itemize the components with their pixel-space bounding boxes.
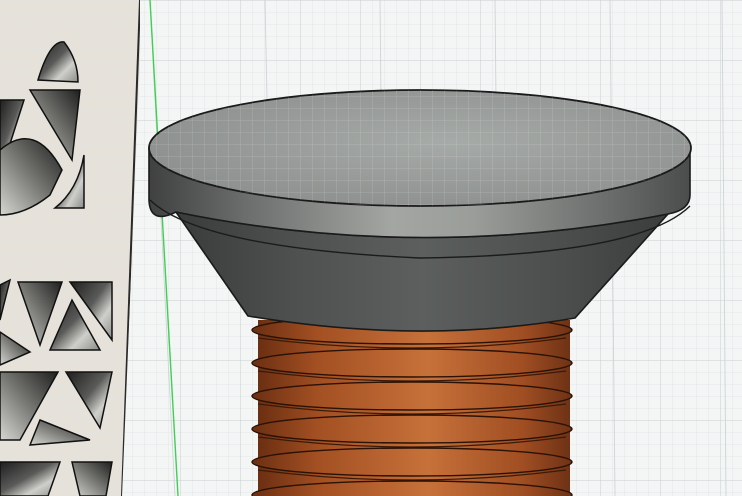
thread-crest [251, 447, 573, 477]
3d-viewport[interactable] [0, 0, 742, 496]
thread-rings [251, 315, 573, 496]
thread-crest [251, 381, 573, 411]
scene-canvas[interactable] [0, 0, 742, 496]
lattice-panel[interactable] [0, 0, 142, 496]
screw-thread[interactable] [251, 315, 573, 496]
thread-crest [251, 348, 573, 378]
thread-crest [251, 414, 573, 444]
